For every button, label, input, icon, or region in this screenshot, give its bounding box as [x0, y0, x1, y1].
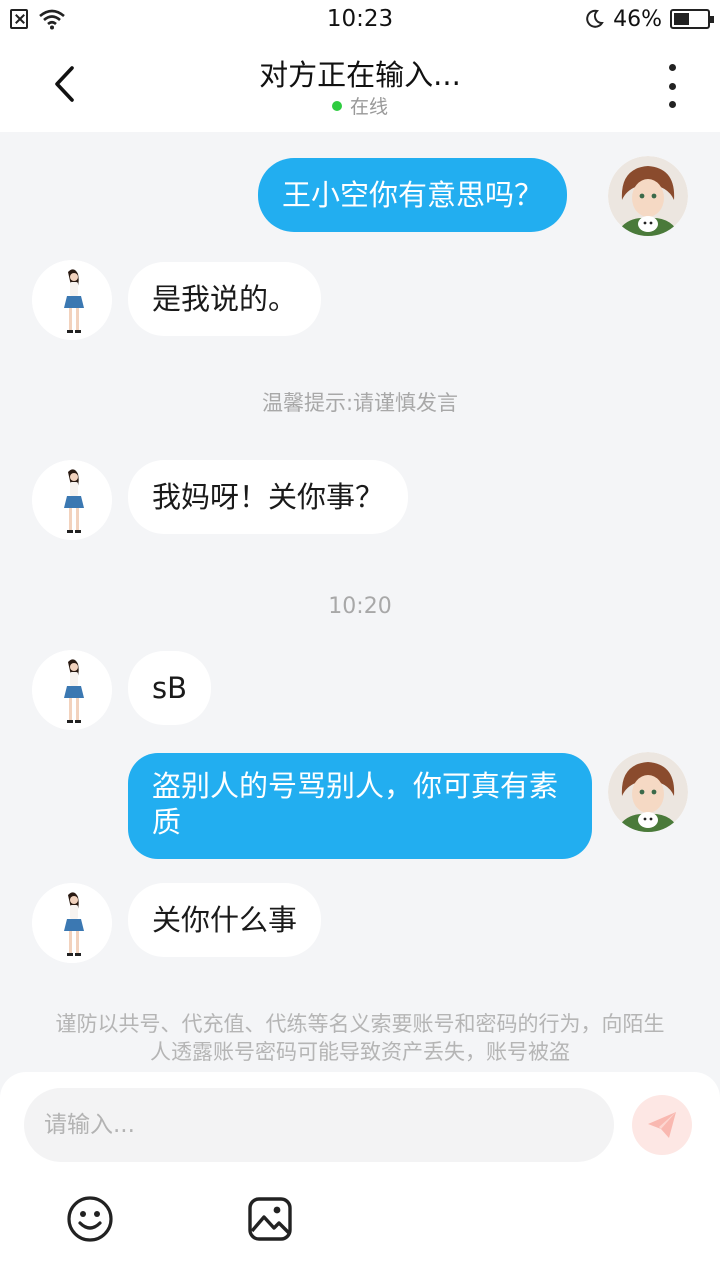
incoming-message[interactable]: 是我说的。 [128, 262, 322, 336]
my-avatar[interactable] [608, 156, 688, 236]
message-input[interactable] [24, 1088, 614, 1162]
message-list[interactable]: 王小空你有意思吗？ 是我说的。 温馨提示:请谨慎发言 我妈呀！关你事？ 10:2… [0, 132, 720, 1072]
anime-avatar-icon [608, 156, 688, 236]
status-left-icons [10, 8, 66, 30]
chat-title: 对方正在输入... [259, 58, 461, 92]
send-icon [648, 1112, 676, 1138]
battery-icon [670, 9, 714, 29]
contact-avatar[interactable] [32, 260, 112, 340]
emoji-button[interactable] [65, 1194, 115, 1244]
incoming-message[interactable]: 关你什么事 [128, 883, 322, 957]
send-button[interactable] [632, 1095, 692, 1155]
image-icon [248, 1197, 292, 1241]
moon-icon [586, 9, 604, 28]
contact-avatar[interactable] [32, 883, 112, 963]
online-dot-icon [331, 100, 342, 111]
chat-header: 对方正在输入... 在线 [0, 38, 720, 132]
emoji-icon [67, 1196, 113, 1242]
incoming-message[interactable]: 我妈呀！关你事？ [128, 460, 409, 534]
incoming-message[interactable]: sB [128, 651, 212, 725]
wifi-icon [39, 9, 65, 30]
online-status-label: 在线 [349, 96, 388, 118]
system-tip: 温馨提示:请谨慎发言 [261, 391, 459, 415]
girl-figure-avatar-icon [32, 260, 112, 340]
outgoing-message[interactable]: 王小空你有意思吗？ [258, 158, 568, 232]
battery-level [674, 13, 689, 25]
anime-avatar-icon [608, 752, 688, 832]
sim-off-icon [10, 9, 28, 29]
my-avatar[interactable] [608, 752, 688, 832]
battery-percent: 46% [613, 6, 662, 32]
more-vertical-icon [668, 64, 676, 71]
status-right-icons: 46% [583, 6, 714, 32]
girl-figure-avatar-icon [32, 883, 112, 963]
contact-avatar[interactable] [32, 460, 112, 540]
image-button[interactable] [245, 1194, 295, 1244]
girl-figure-avatar-icon [32, 460, 112, 540]
online-status: 在线 [0, 92, 720, 119]
status-bar: 10:23 46% [0, 0, 720, 38]
contact-avatar[interactable] [32, 650, 112, 730]
more-options-button[interactable] [652, 64, 692, 108]
girl-figure-avatar-icon [32, 650, 112, 730]
message-timestamp: 10:20 [328, 594, 392, 619]
outgoing-message[interactable]: 盗别人的号骂别人，你可真有素质 [128, 753, 592, 859]
input-panel [0, 1072, 720, 1280]
security-warning: 谨防以共号、代充值、代练等名义索要账号和密码的行为，向陌生人透露账号密码可能导致… [55, 1012, 665, 1064]
